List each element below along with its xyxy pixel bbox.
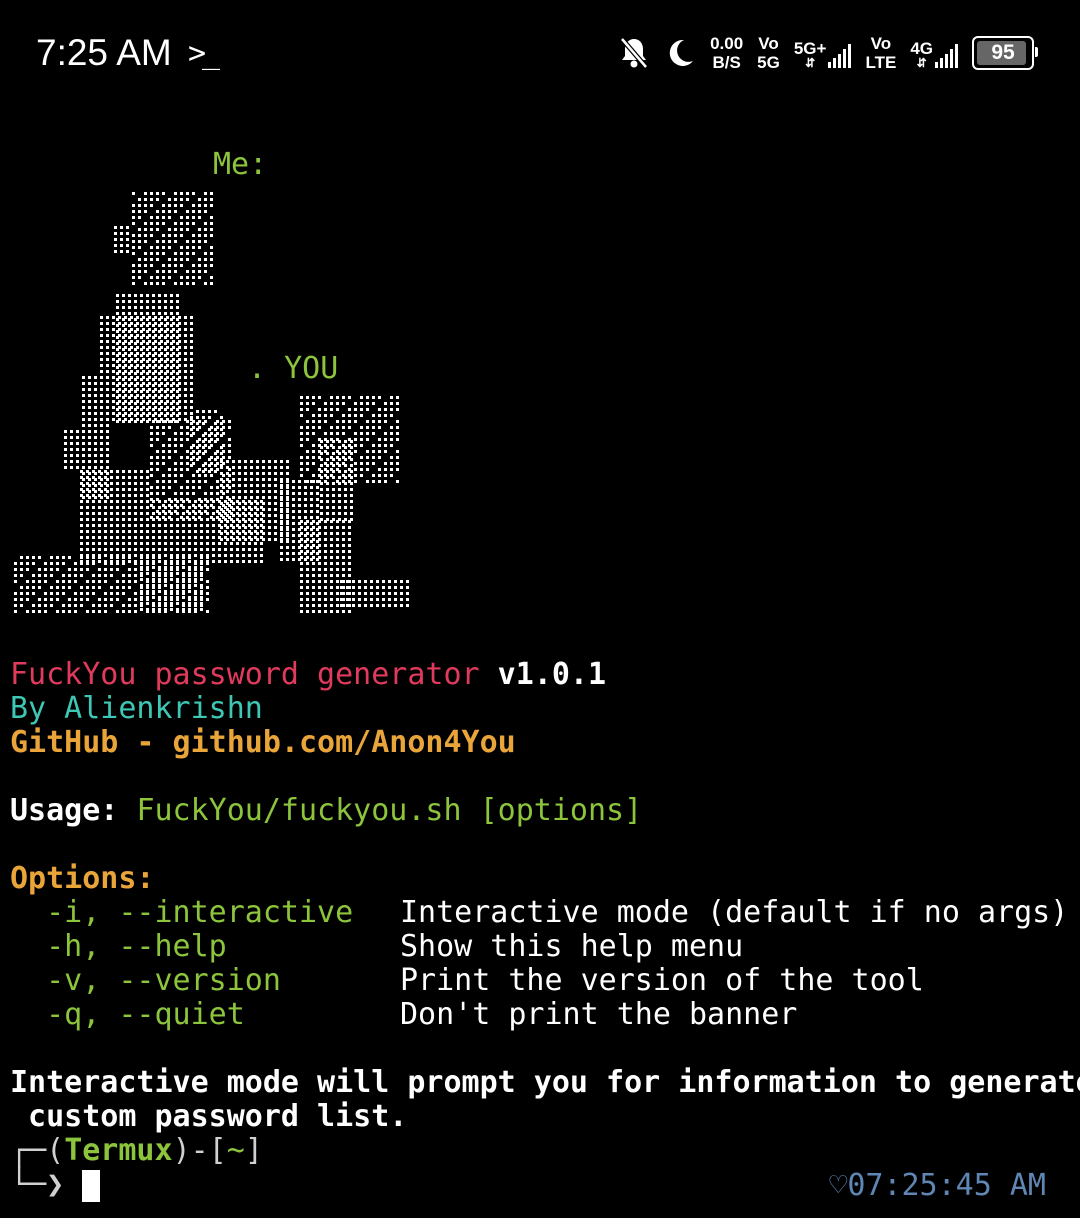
terminal-prompt-icon: >_ bbox=[188, 36, 220, 71]
banner-me-label: Me: bbox=[213, 147, 268, 182]
sim1-label: Vo 5G bbox=[757, 34, 780, 72]
author-line: By Alienkrishn bbox=[10, 691, 263, 726]
net-speed: 0.00 B/S bbox=[710, 34, 744, 72]
bell-muted-icon bbox=[620, 37, 648, 69]
usage-line: Usage: FuckYou/fuckyou.sh [options] bbox=[10, 793, 643, 828]
heart-icon: ♡ bbox=[829, 1168, 848, 1203]
option-desc: Show this help menu bbox=[400, 929, 744, 964]
text-cursor[interactable] bbox=[82, 1169, 101, 1202]
option-flag: -h, --help bbox=[10, 929, 227, 964]
status-time: 7:25 AM bbox=[36, 32, 172, 73]
note-line: Interactive mode will prompt you for inf… bbox=[10, 1065, 1080, 1100]
option-flag: -q, --quiet bbox=[10, 997, 245, 1032]
option-flag: -i, --interactive bbox=[10, 895, 354, 930]
shell-prompt: ┌─(Termux)-[~] bbox=[10, 1133, 263, 1168]
github-link[interactable]: GitHub - github.com/Anon4You bbox=[10, 726, 516, 760]
ascii-art-figure bbox=[14, 192, 409, 613]
battery-icon: 95 bbox=[972, 36, 1038, 70]
option-flag: -v, --version bbox=[10, 963, 281, 998]
moon-icon bbox=[669, 39, 694, 66]
option-desc: Don't print the banner bbox=[400, 997, 798, 1032]
command-input-line[interactable]: └─❯ bbox=[10, 1168, 101, 1202]
option-desc: Interactive mode (default if no args) bbox=[400, 895, 1069, 930]
status-bar: 7:25 AM >_ 0.00 B/S Vo 5G 5G+ ⇵ Vo LTE 4G bbox=[0, 0, 1080, 110]
options-heading: Options: bbox=[10, 861, 155, 896]
sim1-signal-icon: 5G+ ⇵ bbox=[794, 39, 852, 69]
note-line: custom password list. bbox=[10, 1099, 408, 1134]
status-icons: 0.00 B/S Vo 5G 5G+ ⇵ Vo LTE 4G ⇵ 95 bbox=[618, 28, 1038, 78]
option-desc: Print the version of the tool bbox=[400, 963, 924, 998]
app-title-line: FuckYou password generator v1.0.1 bbox=[10, 657, 607, 692]
sim2-label: Vo LTE bbox=[865, 34, 897, 72]
sim2-signal-icon: 4G ⇵ bbox=[910, 39, 958, 69]
prompt-clock: ♡07:25:45 AM bbox=[829, 1168, 1046, 1203]
